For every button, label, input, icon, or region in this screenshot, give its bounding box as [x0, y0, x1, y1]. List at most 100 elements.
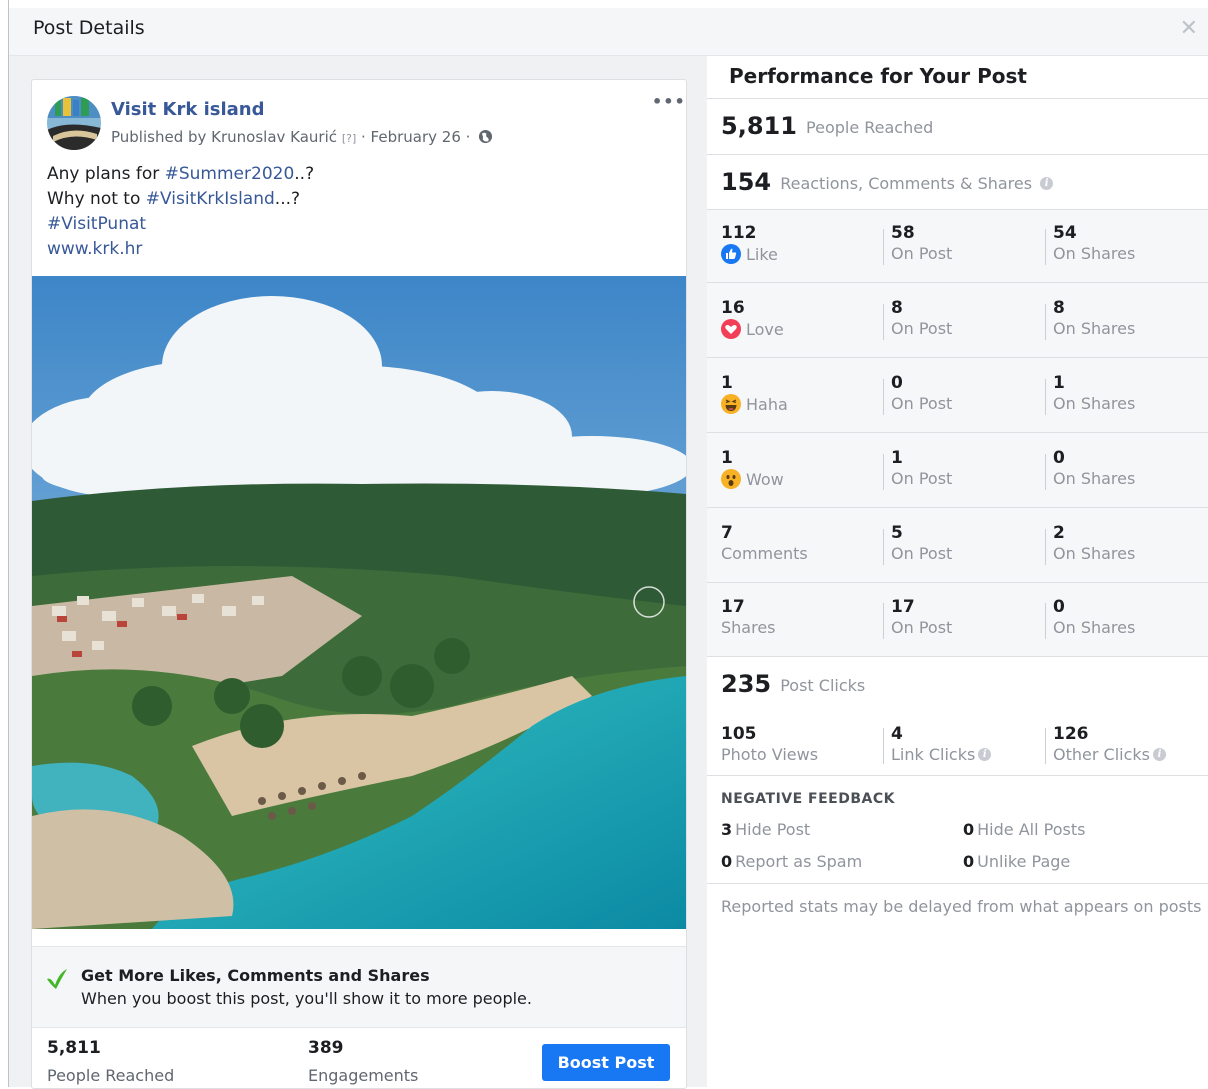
photo-views-value: 105	[721, 724, 757, 744]
column-divider	[1045, 603, 1046, 639]
footer-people-reached: 5,811 People Reached	[47, 1038, 174, 1085]
table-row: 17 Shares 17 On Post 0 On Shares	[707, 583, 1208, 657]
globe-icon[interactable]	[478, 129, 493, 144]
like-icon	[721, 244, 741, 264]
reactions-total-row: 154 Reactions, Comments & Shares i	[721, 168, 1054, 196]
shares-on-post-label: On Post	[891, 618, 953, 637]
text-line1-suffix: ..?	[294, 164, 315, 184]
column-divider	[883, 454, 884, 490]
unlike-page-stat: 0 Unlike Page	[963, 852, 1070, 871]
hide-all-label: Hide All Posts	[977, 820, 1086, 839]
text-line1-prefix: Any plans for	[47, 164, 165, 184]
boost-promo: Get More Likes, Comments and Shares When…	[32, 946, 686, 1028]
hide-post-value: 3	[721, 820, 733, 839]
info-icon[interactable]: i	[978, 748, 992, 761]
like-on-shares: 54 On Shares	[1053, 223, 1135, 264]
column-divider	[883, 304, 884, 340]
like-label: Like	[746, 245, 778, 264]
like-on-post-label: On Post	[891, 244, 953, 263]
website-link[interactable]: www.krk.hr	[47, 239, 142, 259]
haha-on-shares-value: 1	[1053, 373, 1065, 393]
like-on-post-value: 58	[891, 223, 915, 243]
hide-post-stat: 3 Hide Post	[721, 820, 810, 839]
unlike-page-label: Unlike Page	[977, 852, 1071, 871]
footer-reached-label: People Reached	[47, 1066, 175, 1085]
people-reached-row: 5,811 People Reached	[721, 112, 933, 140]
wow-label: Wow	[746, 470, 784, 489]
haha-icon	[721, 394, 741, 414]
love-on-shares: 8 On Shares	[1053, 298, 1135, 339]
table-row: 1 Wow 1 On Post 0 On Shares	[707, 434, 1208, 508]
info-icon[interactable]: i	[1040, 177, 1054, 190]
stats-delay-note: Reported stats may be delayed from what …	[721, 897, 1202, 916]
negative-feedback-title: NEGATIVE FEEDBACK	[721, 791, 895, 807]
reactions-total-label: Reactions, Comments & Shares	[780, 174, 1033, 193]
comments-on-shares-value: 2	[1053, 523, 1065, 543]
footer-engagements-label: Engagements	[308, 1066, 419, 1085]
footer-reached-value: 5,811	[47, 1038, 101, 1058]
info-icon[interactable]: i	[1152, 748, 1166, 761]
text-line2-suffix: ...?	[274, 189, 301, 209]
footer-engagements-value: 389	[308, 1038, 344, 1058]
column-divider	[883, 229, 884, 265]
post-photo[interactable]	[32, 276, 686, 929]
other-clicks-label-wrap: Other Clicks i	[1053, 745, 1166, 765]
column-divider	[1045, 529, 1046, 565]
table-row: 16 Love 8 On Post 8 On Shares	[707, 284, 1208, 358]
comments-on-post-value: 5	[891, 523, 903, 543]
link-clicks: 4 Link Clicks i	[891, 724, 992, 765]
like-on-shares-label: On Shares	[1053, 244, 1136, 263]
comments-on-shares: 2 On Shares	[1053, 523, 1135, 564]
shares-total-value: 17	[721, 597, 745, 617]
wow-on-post: 1 On Post	[891, 448, 952, 489]
shares-on-shares-value: 0	[1053, 597, 1065, 617]
leaf-icon	[47, 969, 67, 989]
table-row: 7 Comments 5 On Post 2 On Shares	[707, 509, 1208, 583]
page-avatar[interactable]	[47, 96, 101, 150]
people-reached-value: 5,811	[721, 112, 797, 140]
wow-on-shares: 0 On Shares	[1053, 448, 1135, 489]
haha-total: 1 Haha	[721, 373, 788, 415]
hashtag-summer2020[interactable]: #Summer2020	[165, 164, 295, 184]
divider	[707, 98, 1208, 99]
divider	[707, 775, 1208, 776]
people-reached-label: People Reached	[806, 118, 934, 137]
dialog-title: Post Details	[33, 17, 145, 39]
reactions-total-value: 154	[721, 168, 772, 196]
shares-on-post-value: 17	[891, 597, 915, 617]
column-divider	[883, 379, 884, 415]
link-clicks-label: Link Clicks	[891, 745, 976, 764]
boost-post-button[interactable]: Boost Post	[542, 1044, 670, 1081]
post-clicks-label: Post Clicks	[780, 676, 866, 695]
shares-total: 17 Shares	[721, 597, 776, 638]
wow-label-wrap: Wow	[721, 469, 784, 490]
link-clicks-label-wrap: Link Clicks i	[891, 745, 992, 765]
more-options-icon[interactable]: •••	[652, 92, 686, 111]
performance-title: Performance for Your Post	[729, 64, 1027, 88]
love-on-shares-value: 8	[1053, 298, 1065, 318]
hashtag-visitpunat[interactable]: #VisitPunat	[47, 214, 146, 234]
wow-on-shares-value: 0	[1053, 448, 1065, 468]
hashtag-visitkrkisland[interactable]: #VisitKrkIsland	[146, 189, 275, 209]
love-total-value: 16	[721, 298, 745, 318]
haha-label-wrap: Haha	[721, 394, 788, 415]
comments-total-value: 7	[721, 523, 733, 543]
like-on-post: 58 On Post	[891, 223, 952, 264]
comments-on-post: 5 On Post	[891, 523, 952, 564]
column-divider	[883, 728, 884, 764]
haha-on-post: 0 On Post	[891, 373, 952, 414]
close-icon[interactable]: ✕	[1180, 18, 1198, 40]
post-preview-card: Visit Krk island Published by Krunoslav …	[31, 79, 687, 1089]
report-spam-value: 0	[721, 852, 733, 871]
shares-on-post: 17 On Post	[891, 597, 952, 638]
reactions-breakdown-table: 112 Like 58 On Post 54 On Shares 16 Love…	[707, 209, 1208, 657]
comments-total: 7 Comments	[721, 523, 808, 564]
wow-on-shares-label: On Shares	[1053, 469, 1136, 488]
column-divider	[1045, 229, 1046, 265]
page-name-link[interactable]: Visit Krk island	[111, 99, 265, 120]
boost-subtitle: When you boost this post, you'll show it…	[81, 989, 532, 1008]
like-on-shares-value: 54	[1053, 223, 1077, 243]
boost-title: Get More Likes, Comments and Shares	[81, 966, 430, 985]
help-marker[interactable]: [?]	[342, 132, 356, 145]
dialog-header: Post Details ✕	[9, 8, 1208, 56]
